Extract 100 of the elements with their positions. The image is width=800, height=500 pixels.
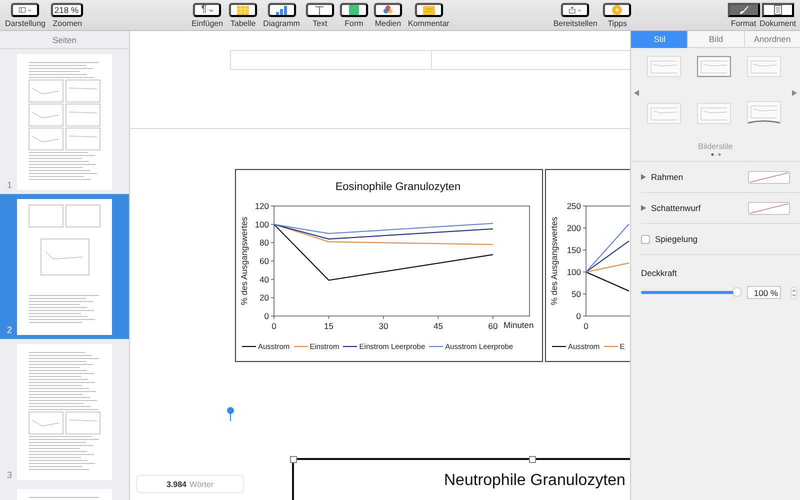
- line-plot-drawing: [586, 224, 630, 292]
- y-tick-label: 20: [260, 292, 269, 303]
- page-thumbnail[interactable]: [17, 344, 112, 480]
- y-tick-label: 80: [260, 238, 269, 248]
- checkbox[interactable]: [641, 234, 650, 244]
- inspector-tab[interactable]: Bild: [687, 31, 744, 48]
- y-tick-label: 50: [572, 289, 581, 299]
- left-arrow-icon[interactable]: [634, 90, 639, 96]
- chart-button[interactable]: [268, 3, 296, 17]
- share-icon: [569, 5, 576, 15]
- share-button[interactable]: [561, 3, 590, 17]
- no-color-swatch[interactable]: [748, 202, 790, 214]
- toolbar-label: Format: [730, 19, 756, 28]
- toolbar-label: Zoomen: [52, 19, 82, 28]
- x-tick-label: 15: [324, 321, 334, 331]
- toolbar-label: Tipps: [608, 19, 627, 28]
- y-tick-label: 0: [576, 311, 581, 321]
- x-tick-label: 45: [434, 321, 443, 331]
- page-dots-icon[interactable]: [710, 153, 720, 156]
- styles-label: Bilderstile: [698, 142, 733, 151]
- page-list-item[interactable]: 3: [0, 339, 129, 484]
- document-icon: [774, 5, 782, 15]
- text-icon: [315, 6, 324, 14]
- text-button[interactable]: [306, 3, 334, 17]
- selection-handle[interactable]: [529, 456, 536, 463]
- y-tick-label: 40: [260, 274, 269, 284]
- sidebar-icon: [19, 6, 26, 14]
- x-tick-label: 30: [378, 321, 388, 331]
- toolbar-label: Bereitstellen: [553, 19, 598, 28]
- y-axis-label: % des Ausgangswertes: [549, 216, 559, 306]
- flower-icon: [382, 5, 393, 15]
- toolbar-label: Medien: [374, 19, 402, 28]
- lightbulb-icon: [612, 5, 622, 15]
- page-thumbnail[interactable]: [17, 199, 112, 335]
- y-tick-label: 120: [254, 201, 269, 211]
- pin-icon[interactable]: [227, 407, 234, 421]
- media-button[interactable]: [374, 3, 402, 17]
- x-tick-label: 0: [272, 321, 276, 331]
- zoom-button[interactable]: 218 %: [51, 3, 84, 17]
- toolbar-label: Einfügen: [191, 19, 224, 28]
- format-button[interactable]: [728, 3, 760, 17]
- toolbar-label: Text: [312, 19, 328, 28]
- y-tick-label: 250: [566, 201, 581, 211]
- page-thumbnail[interactable]: [17, 54, 112, 190]
- right-arrow-icon[interactable]: [792, 90, 797, 96]
- sidebar-title: Seiten: [52, 34, 77, 44]
- comment-button[interactable]: [414, 3, 443, 17]
- x-tick-label: 0: [584, 321, 588, 331]
- paragraph-icon: ¶: [201, 5, 207, 15]
- bar-chart-icon: [276, 6, 288, 14]
- legend-line: [294, 346, 308, 347]
- insert-button[interactable]: ¶: [193, 3, 222, 17]
- zoom-value: 218 %: [54, 5, 79, 15]
- y-tick-label: 150: [566, 245, 581, 255]
- y-tick-label: 0: [264, 311, 269, 321]
- page-number: 1: [7, 180, 14, 190]
- selection-handle[interactable]: [290, 456, 297, 463]
- y-tick-label: 200: [566, 223, 581, 233]
- page-list-item[interactable]: 1: [0, 49, 129, 194]
- section-label: Deckkraft: [641, 268, 677, 278]
- disclosure-triangle-icon[interactable]: [641, 174, 646, 180]
- toolbar-label: Tabelle: [230, 19, 256, 28]
- section-label: Rahmen: [651, 172, 684, 182]
- paintbrush-icon: [738, 5, 749, 15]
- inspector-tab[interactable]: Anordnen: [744, 31, 800, 48]
- legend-line: [242, 346, 256, 347]
- y-tick-label: 100: [254, 219, 269, 230]
- stepper-icon[interactable]: [791, 286, 797, 298]
- square-icon: [348, 5, 359, 15]
- legend-line: [429, 346, 444, 347]
- disclosure-triangle-icon[interactable]: [641, 205, 646, 211]
- no-color-swatch[interactable]: [748, 170, 790, 184]
- document-button[interactable]: [762, 3, 794, 17]
- x-tick-label: 60: [488, 321, 498, 331]
- table-icon: [237, 6, 250, 14]
- tips-button[interactable]: [603, 3, 632, 17]
- x-axis-label: Minuten: [504, 320, 534, 330]
- y-axis-label: % des Ausgangswertes: [239, 216, 249, 306]
- page-number: 2: [7, 325, 14, 335]
- note-icon: [422, 6, 435, 14]
- caret-icon: [208, 8, 214, 12]
- toolbar-label: Dokument: [760, 19, 796, 28]
- table-button[interactable]: [229, 3, 258, 17]
- checkbox-label: Spiegelung: [655, 234, 698, 244]
- word-count: 3.984: [166, 480, 187, 488]
- page-list-item[interactable]: 2: [0, 194, 129, 339]
- shape-button[interactable]: [340, 3, 368, 17]
- y-tick-label: 60: [260, 256, 269, 266]
- chart-title: Neutrophile Granulozyten: [444, 472, 626, 490]
- word-count-unit: Wörter: [190, 480, 214, 488]
- page-number: 3: [7, 470, 14, 480]
- section-label: Schattenwurf: [651, 203, 701, 213]
- toolbar-label: Diagramm: [263, 19, 300, 28]
- opacity-field[interactable]: 100 %: [747, 286, 781, 299]
- view-button[interactable]: [11, 3, 40, 17]
- toolbar-label: Form: [344, 19, 364, 28]
- legend-line: [343, 346, 358, 347]
- inspector-tab[interactable]: Stil: [631, 31, 688, 48]
- chart-title: Eosinophile Granulozyten: [335, 181, 461, 193]
- caret-icon: [28, 8, 32, 12]
